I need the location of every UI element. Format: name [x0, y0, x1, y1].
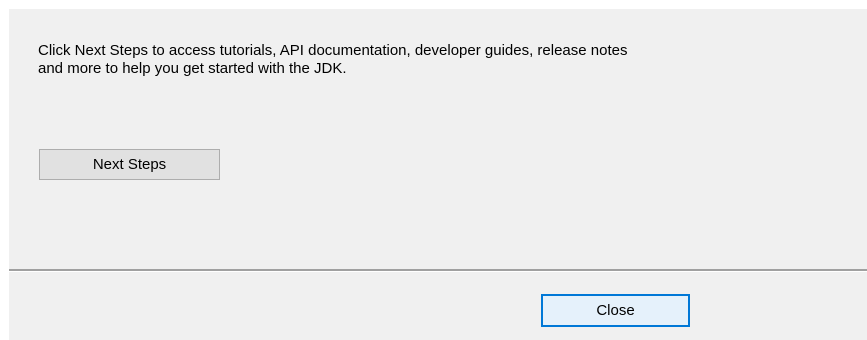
- installer-dialog: Click Next Steps to access tutorials, AP…: [0, 0, 867, 340]
- info-message: Click Next Steps to access tutorials, AP…: [38, 42, 838, 78]
- close-button[interactable]: Close: [541, 294, 690, 327]
- info-message-line-2: and more to help you get started with th…: [38, 60, 347, 77]
- next-steps-button[interactable]: Next Steps: [39, 149, 220, 180]
- info-message-line-1: Click Next Steps to access tutorials, AP…: [38, 42, 628, 59]
- content-panel: Click Next Steps to access tutorials, AP…: [9, 9, 867, 269]
- footer-panel: Close: [9, 272, 867, 340]
